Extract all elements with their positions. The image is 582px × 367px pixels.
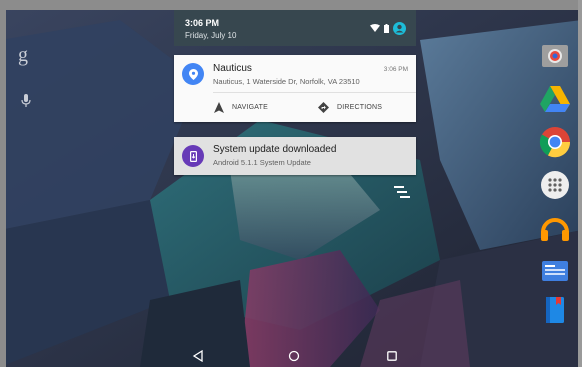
notification-title: System update downloaded — [213, 144, 337, 155]
chrome-icon[interactable] — [539, 126, 571, 158]
book-app-icon[interactable] — [539, 295, 571, 327]
user-avatar-icon[interactable] — [393, 21, 406, 35]
microphone-icon[interactable] — [21, 94, 31, 113]
quick-settings-header[interactable]: 3:06 PM Friday, July 10 — [174, 10, 416, 46]
device-bezel-right — [578, 0, 582, 367]
back-icon[interactable] — [190, 348, 206, 364]
headphones-app-icon[interactable] — [539, 212, 571, 244]
nauticus-notification[interactable]: Nauticus Nauticus, 1 Waterside Dr, Norfo… — [174, 55, 416, 122]
recents-icon[interactable] — [384, 348, 400, 364]
wifi-icon — [370, 24, 380, 32]
news-app-icon[interactable] — [539, 254, 571, 286]
camera-app-icon[interactable] — [539, 40, 571, 72]
system-update-notification[interactable]: System update downloaded Android 5.1.1 S… — [174, 137, 416, 175]
navigate-label: NAVIGATE — [232, 103, 268, 111]
home-icon[interactable] — [286, 348, 302, 364]
action-divider — [213, 92, 416, 93]
navigate-button[interactable]: NAVIGATE — [214, 100, 268, 114]
google-search-icon[interactable]: g — [18, 44, 28, 67]
google-drive-icon[interactable] — [539, 83, 571, 115]
status-icons — [370, 21, 406, 35]
directions-icon — [318, 101, 329, 113]
android-home-screen: g 3:06 PM Friday, July 10 Nauticus Nauti… — [0, 0, 582, 367]
notification-text: Nauticus, 1 Waterside Dr, Norfolk, VA 23… — [213, 77, 360, 86]
navigation-arrow-icon — [214, 101, 224, 113]
device-bezel-left — [0, 0, 6, 367]
system-update-icon — [182, 145, 204, 167]
battery-icon — [384, 23, 389, 33]
notification-time: 3:06 PM — [383, 66, 408, 73]
device-bezel-top — [0, 0, 582, 10]
app-drawer-icon[interactable] — [539, 169, 571, 201]
status-time: 3:06 PM — [185, 18, 220, 28]
status-date: Friday, July 10 — [185, 31, 237, 40]
notification-title: Nauticus — [213, 63, 252, 74]
notification-text: Android 5.1.1 System Update — [213, 158, 311, 167]
directions-label: DIRECTIONS — [337, 103, 383, 111]
location-pin-icon — [182, 63, 204, 85]
directions-button[interactable]: DIRECTIONS — [318, 100, 382, 114]
clear-all-notifications-button[interactable] — [394, 185, 410, 203]
clear-all-icon — [394, 186, 410, 198]
